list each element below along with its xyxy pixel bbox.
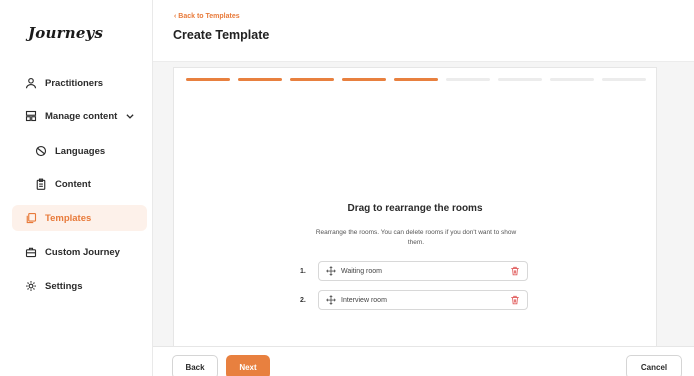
room-row: 1. Waiting room <box>300 261 528 281</box>
progress-step-complete <box>238 78 282 81</box>
gear-icon <box>24 279 38 293</box>
progress-step-pending <box>498 78 542 81</box>
sidebar-item-label: Content <box>55 178 91 190</box>
people-icon <box>24 76 38 90</box>
sidebar: Journeys Practitioners Manage content La… <box>0 0 153 376</box>
sidebar-item-label: Custom Journey <box>45 246 120 258</box>
trash-icon[interactable] <box>510 266 520 276</box>
room-label: Interview room <box>341 296 387 304</box>
progress-step-pending <box>446 78 490 81</box>
chevron-down-icon <box>125 111 135 121</box>
progress-step-pending <box>550 78 594 81</box>
room-label: Waiting room <box>341 267 382 275</box>
room-row: 2. Interview room <box>300 290 528 310</box>
next-button[interactable]: Next <box>226 355 270 376</box>
app-logo: Journeys <box>28 24 104 42</box>
room-item[interactable]: Waiting room <box>318 261 528 281</box>
trash-icon[interactable] <box>510 295 520 305</box>
step-title: Drag to rearrange the rooms <box>347 203 483 214</box>
content-grid-icon <box>24 109 38 123</box>
drag-handle-icon[interactable] <box>326 295 336 305</box>
sidebar-item-label: Templates <box>45 212 92 224</box>
progress-step-complete <box>394 78 438 81</box>
step-progress-bar <box>186 78 646 81</box>
globe-icon <box>34 144 48 158</box>
copy-icon <box>24 211 38 225</box>
wizard-card: Drag to rearrange the rooms Rearrange th… <box>173 67 657 351</box>
cancel-button[interactable]: Cancel <box>626 355 682 376</box>
wizard-footer: Back Next Cancel <box>153 346 694 376</box>
briefcase-icon <box>24 245 38 259</box>
sidebar-item-label: Settings <box>45 280 83 292</box>
back-to-templates-link[interactable]: ‹ Back to Templates <box>174 13 240 20</box>
progress-step-complete <box>342 78 386 81</box>
sidebar-item-content[interactable]: Content <box>22 171 142 197</box>
page-title: Create Template <box>173 28 270 42</box>
clipboard-icon <box>34 177 48 191</box>
page-header: ‹ Back to Templates Create Template <box>153 0 694 62</box>
progress-step-pending <box>602 78 646 81</box>
sidebar-item-manage-content[interactable]: Manage content <box>12 103 147 129</box>
room-item[interactable]: Interview room <box>318 290 528 310</box>
progress-step-complete <box>290 78 334 81</box>
step-description: Rearrange the rooms. You can delete room… <box>315 229 517 246</box>
back-button[interactable]: Back <box>172 355 218 376</box>
room-number: 1. <box>300 267 306 275</box>
sidebar-item-label: Manage content <box>45 110 118 122</box>
room-number: 2. <box>300 296 306 304</box>
sidebar-item-templates[interactable]: Templates <box>12 205 147 231</box>
sidebar-item-practitioners[interactable]: Practitioners <box>12 70 147 96</box>
sidebar-item-label: Languages <box>55 145 106 157</box>
progress-step-complete <box>186 78 230 81</box>
sidebar-item-label: Practitioners <box>45 77 104 89</box>
sidebar-item-custom-journey[interactable]: Custom Journey <box>12 239 147 265</box>
sidebar-item-languages[interactable]: Languages <box>22 138 142 164</box>
drag-handle-icon[interactable] <box>326 266 336 276</box>
sidebar-item-settings[interactable]: Settings <box>12 273 147 299</box>
